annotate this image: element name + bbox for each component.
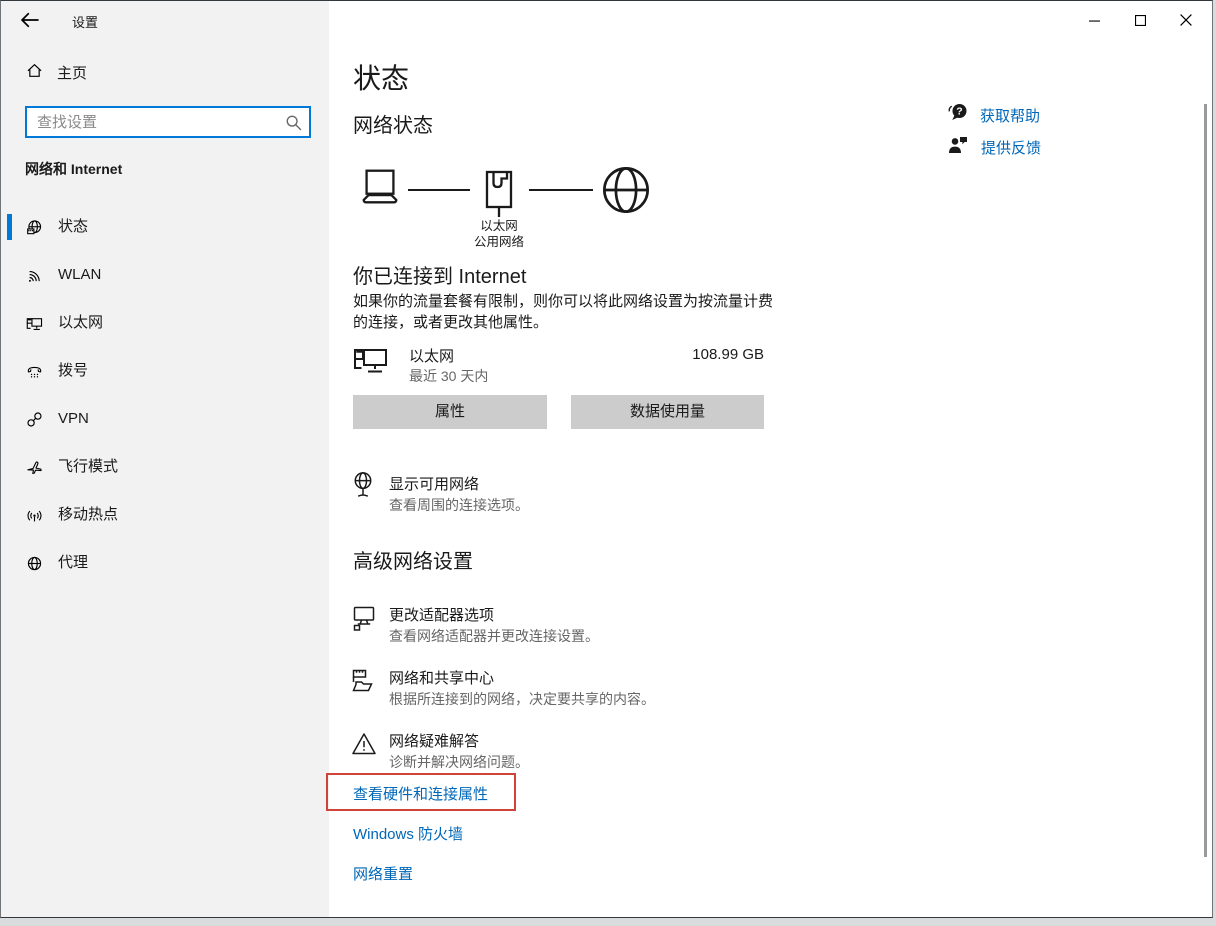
search-box (25, 106, 311, 138)
sidebar-nav: 状态 WLAN (1, 203, 329, 587)
connection-line (408, 189, 470, 191)
sidebar-item-vpn[interactable]: VPN (1, 395, 329, 443)
sidebar-item-label: 移动热点 (58, 491, 118, 539)
close-button[interactable] (1163, 1, 1209, 39)
airplane-icon (26, 459, 43, 481)
home-label: 主页 (57, 62, 87, 83)
feedback-icon (948, 135, 968, 160)
home-icon (26, 62, 43, 84)
minimize-button[interactable] (1071, 1, 1117, 39)
maximize-button[interactable] (1117, 1, 1163, 39)
data-usage-button[interactable]: 数据使用量 (571, 395, 764, 429)
advanced-item-title: 网络疑难解答 (389, 730, 479, 751)
sidebar-item-airplane-mode[interactable]: 飞行模式 (1, 443, 329, 491)
titlebar (1, 1, 1212, 41)
link-windows-firewall[interactable]: Windows 防火墙 (353, 823, 463, 844)
close-icon (1180, 14, 1192, 26)
sidebar-item-label: 飞行模式 (58, 443, 118, 491)
page-title: 状态 (353, 57, 409, 97)
sidebar: 设置 主页 网络和 Internet (1, 1, 329, 917)
link-network-reset[interactable]: 网络重置 (353, 863, 413, 884)
main-content: 状态 网络状态 以太网 公用网络 你 (329, 1, 1213, 917)
advanced-item-title: 网络和共享中心 (389, 667, 494, 688)
advanced-heading: 高级网络设置 (353, 545, 473, 574)
advanced-item-description: 诊断并解决网络问题。 (389, 752, 529, 772)
warning-icon (351, 730, 377, 763)
svg-text:?: ? (956, 106, 962, 118)
connected-description: 如果你的流量套餐有限制，则你可以将此网络设置为按流量计费的连接，或者更改其他属性… (353, 291, 777, 333)
vpn-icon (26, 411, 43, 433)
adapter-icon (351, 604, 377, 639)
help-bubble-icon: ? (947, 103, 969, 128)
usage-amount: 108.99 GB (604, 346, 764, 363)
get-help-link[interactable]: ? 获取帮助 (947, 103, 1057, 125)
sidebar-item-label: 状态 (58, 203, 88, 251)
sharing-icon (351, 667, 377, 702)
sidebar-item-label: VPN (58, 395, 89, 443)
get-help-label: 获取帮助 (980, 105, 1040, 126)
link-hardware-connection-properties[interactable]: 查看硬件和连接属性 (353, 783, 488, 804)
proxy-icon (26, 555, 43, 577)
advanced-item-description: 查看网络适配器并更改连接设置。 (389, 626, 599, 646)
dialup-icon (26, 363, 43, 385)
internet-globe-icon (601, 164, 651, 221)
usage-connection-name: 以太网 (409, 345, 454, 366)
search-icon[interactable] (285, 114, 302, 136)
usage-period: 最近 30 天内 (409, 366, 488, 386)
sidebar-item-status[interactable]: 状态 (1, 203, 329, 251)
maximize-icon (1135, 15, 1146, 26)
connected-heading: 你已连接到 Internet (353, 260, 526, 289)
show-networks-description: 查看周围的连接选项。 (389, 495, 529, 515)
advanced-item-description: 根据所连接到的网络，决定要共享的内容。 (389, 689, 655, 709)
sidebar-item-proxy[interactable]: 代理 (1, 539, 329, 587)
sidebar-item-wlan[interactable]: WLAN (1, 251, 329, 299)
available-networks-icon (351, 471, 375, 506)
properties-button[interactable]: 属性 (353, 395, 547, 429)
sidebar-item-home[interactable]: 主页 (1, 59, 329, 93)
wifi-icon (26, 267, 43, 289)
laptop-icon (357, 167, 403, 212)
feedback-label: 提供反馈 (981, 137, 1041, 158)
sidebar-section-label: 网络和 Internet (25, 159, 122, 179)
search-input[interactable] (27, 108, 309, 136)
hotspot-icon (26, 507, 43, 529)
scrollbar-thumb[interactable] (1204, 104, 1207, 857)
sidebar-item-ethernet[interactable]: 以太网 (1, 299, 329, 347)
minimize-icon (1089, 15, 1100, 26)
sidebar-item-label: 以太网 (58, 299, 103, 347)
settings-window: 设置 主页 网络和 Internet (0, 0, 1213, 918)
show-networks-title: 显示可用网络 (389, 473, 479, 494)
ethernet-icon (26, 315, 43, 337)
feedback-link[interactable]: 提供反馈 (948, 135, 1058, 157)
ethernet-adapter-icon (353, 345, 389, 384)
diagram-network-type: 公用网络 (439, 231, 559, 250)
selected-accent-bar (7, 214, 12, 240)
sidebar-item-mobile-hotspot[interactable]: 移动热点 (1, 491, 329, 539)
advanced-item-title: 更改适配器选项 (389, 604, 494, 625)
sidebar-item-label: 拨号 (58, 347, 88, 395)
sidebar-item-label: 代理 (58, 539, 88, 587)
connection-line (529, 189, 593, 191)
sidebar-item-dialup[interactable]: 拨号 (1, 347, 329, 395)
globe-network-icon (26, 219, 43, 241)
network-status-heading: 网络状态 (353, 109, 433, 138)
sidebar-item-label: WLAN (58, 251, 101, 299)
